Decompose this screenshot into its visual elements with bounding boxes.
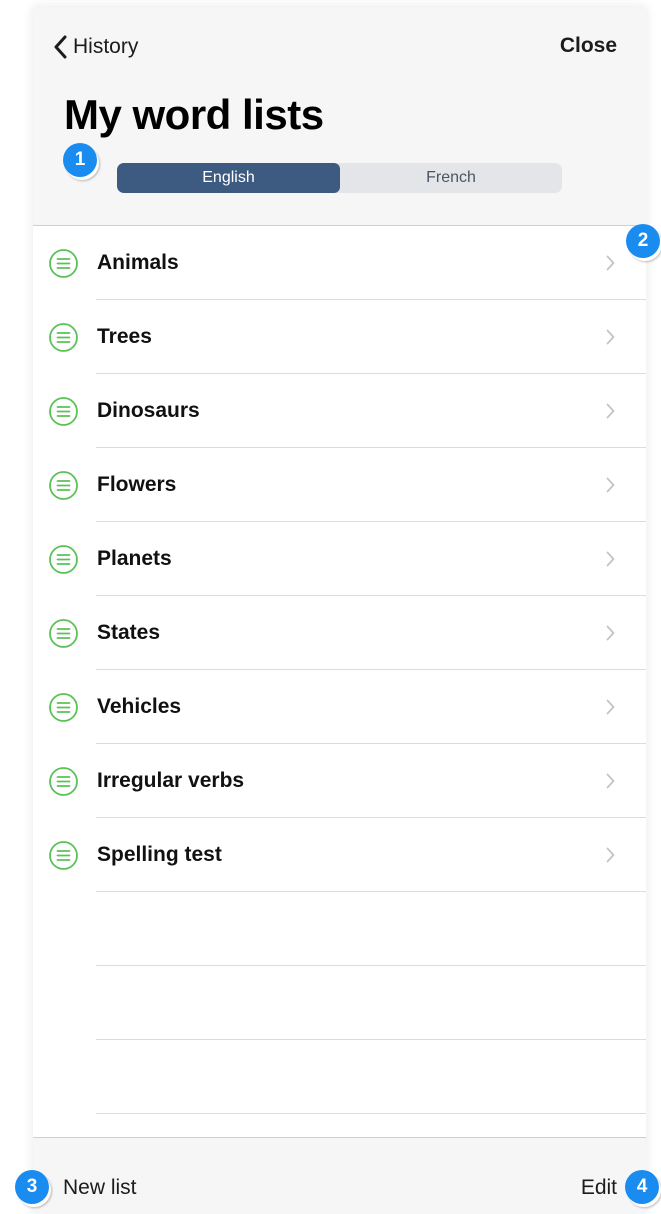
list-item-label: Flowers (97, 473, 177, 496)
list-item-irregular-verbs[interactable]: Irregular verbs (33, 744, 646, 818)
bottom-toolbar: New list Edit (33, 1137, 646, 1214)
list-icon (48, 322, 79, 353)
back-button[interactable]: History (53, 33, 138, 61)
list-icon (48, 618, 79, 649)
callout-badge-1: 1 (63, 143, 97, 177)
chevron-right-icon (606, 699, 615, 720)
list-item-vehicles[interactable]: Vehicles (33, 670, 646, 744)
page-title: My word lists (64, 91, 324, 138)
list-item-trees[interactable]: Trees (33, 300, 646, 374)
back-button-label: History (73, 35, 139, 58)
list-icon (48, 766, 79, 797)
list-icon (48, 544, 79, 575)
list-item-label: Trees (97, 325, 152, 348)
list-item-label: Spelling test (97, 843, 222, 866)
list-icon (48, 840, 79, 871)
chevron-right-icon (606, 329, 615, 350)
navigation-header: History Close My word lists English Fren… (33, 7, 646, 226)
segment-english[interactable]: English (117, 163, 340, 193)
chevron-right-icon (606, 847, 615, 868)
list-icon (48, 692, 79, 723)
language-segmented-control: English French (117, 163, 562, 193)
new-list-button[interactable]: New list (63, 1176, 137, 1200)
list-item-states[interactable]: States (33, 596, 646, 670)
list-item-label: Dinosaurs (97, 399, 200, 422)
chevron-right-icon (606, 403, 615, 424)
close-button[interactable]: Close (560, 34, 617, 58)
list-item-label: Vehicles (97, 695, 182, 718)
list-item-flowers[interactable]: Flowers (33, 448, 646, 522)
callout-badge-4: 4 (625, 1170, 659, 1204)
list-item-label: Animals (97, 251, 179, 274)
edit-button[interactable]: Edit (581, 1176, 617, 1200)
chevron-left-icon (53, 35, 67, 59)
chevron-right-icon (606, 477, 615, 498)
list-item-dinosaurs[interactable]: Dinosaurs (33, 374, 646, 448)
list-item-label: Planets (97, 547, 172, 570)
list-item-planets[interactable]: Planets (33, 522, 646, 596)
list-icon (48, 470, 79, 501)
empty-row (33, 966, 646, 1040)
chevron-right-icon (606, 773, 615, 794)
callout-badge-2: 2 (626, 224, 660, 258)
list-item-label: States (97, 621, 161, 644)
list-icon (48, 248, 79, 279)
app-window: History Close My word lists English Fren… (33, 7, 646, 1214)
segment-french[interactable]: French (340, 163, 562, 193)
word-list-table: Animals Trees Dinosaurs Flowers Planets (33, 226, 646, 1114)
list-icon (48, 396, 79, 427)
list-item-spelling-test[interactable]: Spelling test (33, 818, 646, 892)
empty-row (33, 1040, 646, 1114)
list-item-label: Irregular verbs (97, 769, 245, 792)
chevron-right-icon (606, 625, 615, 646)
empty-row (33, 892, 646, 966)
list-item-animals[interactable]: Animals (33, 226, 646, 300)
chevron-right-icon (606, 255, 615, 276)
chevron-right-icon (606, 551, 615, 572)
callout-badge-3: 3 (15, 1170, 49, 1204)
row-separator (96, 1113, 646, 1114)
